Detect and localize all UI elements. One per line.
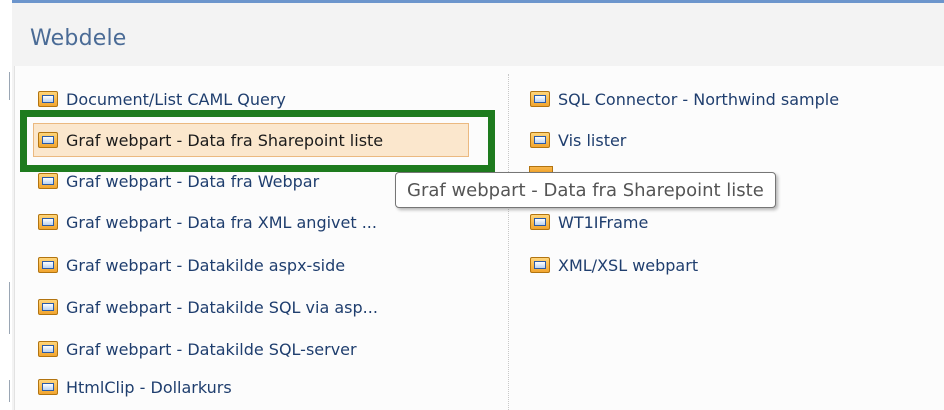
webpart-icon	[530, 214, 550, 230]
webpart-item-graf-xml[interactable]: Graf webpart - Data fra XML angivet ...	[38, 207, 377, 237]
webpart-icon	[38, 132, 58, 148]
webpart-icon	[38, 379, 58, 395]
webpart-item-label: Graf webpart - Data fra Webpar	[66, 171, 320, 191]
webpart-item-graf-webpart-data[interactable]: Graf webpart - Data fra Webpar	[38, 166, 319, 196]
webpart-item-document-list-caml-query[interactable]: Document/List CAML Query	[38, 84, 286, 114]
panel-top-border	[12, 0, 944, 3]
webpart-item-label: Graf webpart - Datakilde SQL via asp...	[66, 297, 378, 317]
webpart-item-sql-connector-northwind[interactable]: SQL Connector - Northwind sample	[530, 84, 839, 114]
webpart-icon	[38, 91, 58, 107]
panel-title: Webdele	[30, 26, 127, 51]
left-edge-tick	[9, 380, 10, 402]
webpart-icon	[530, 257, 550, 273]
webpart-icon	[38, 173, 58, 189]
webpart-item-label: Document/List CAML Query	[66, 89, 286, 109]
webpart-item-label: Graf webpart - Datakilde aspx-side	[66, 255, 346, 275]
webpart-item-graf-sql-via-asp[interactable]: Graf webpart - Datakilde SQL via asp...	[38, 292, 378, 322]
left-edge-tick	[9, 72, 10, 100]
webpart-icon	[38, 214, 58, 230]
webpart-item-graf-sharepoint-liste[interactable]: Graf webpart - Data fra Sharepoint liste	[33, 123, 469, 157]
webpart-item-label: Graf webpart - Data fra Sharepoint liste	[66, 130, 384, 150]
tooltip: Graf webpart - Data fra Sharepoint liste	[395, 172, 776, 208]
tooltip-text: Graf webpart - Data fra Sharepoint liste	[407, 179, 764, 201]
column-divider	[508, 74, 509, 410]
webpart-item-xml-xsl-webpart[interactable]: XML/XSL webpart	[530, 250, 698, 280]
webpart-icon	[38, 257, 58, 273]
webpart-item-label: WT1IFrame	[558, 212, 649, 232]
webpart-item-label: XML/XSL webpart	[558, 255, 699, 275]
webpart-item-label: Vis lister	[558, 130, 627, 150]
webpart-item-label: SQL Connector - Northwind sample	[558, 89, 840, 109]
webpart-item-label: Graf webpart - Datakilde SQL-server	[66, 339, 357, 359]
left-edge-strip	[0, 0, 12, 410]
webpart-item-label: HtmlClip - Dollarkurs	[66, 377, 232, 397]
webpart-item-label: Graf webpart - Data fra XML angivet ...	[66, 212, 377, 232]
webpart-item-htmlclip-dollarkurs[interactable]: HtmlClip - Dollarkurs	[38, 372, 232, 402]
webpart-item-graf-aspx-side[interactable]: Graf webpart - Datakilde aspx-side	[38, 250, 345, 280]
webpart-item-wt1iframe[interactable]: WT1IFrame	[530, 207, 648, 237]
webpart-icon	[38, 341, 58, 357]
webpart-icon	[530, 91, 550, 107]
webpart-item-graf-sql-server[interactable]: Graf webpart - Datakilde SQL-server	[38, 334, 357, 364]
left-edge-tick	[9, 282, 10, 334]
webpart-icon	[38, 299, 58, 315]
webpart-item-vis-lister[interactable]: Vis lister	[530, 125, 626, 155]
webpart-icon	[530, 132, 550, 148]
